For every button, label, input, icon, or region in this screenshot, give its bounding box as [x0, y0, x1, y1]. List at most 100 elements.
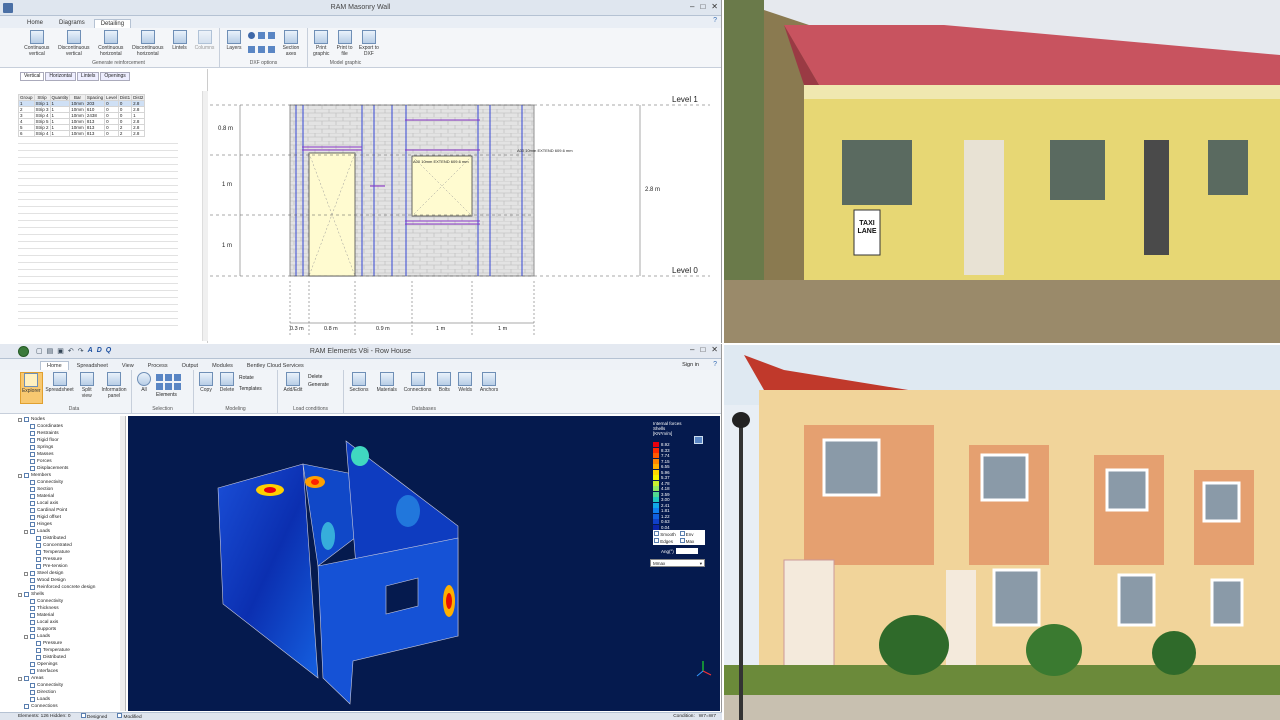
tree-checkbox[interactable]	[36, 536, 41, 541]
table-cell[interactable]: 2.8	[131, 130, 146, 137]
export-dxf-button[interactable]: Export to DXF	[358, 30, 380, 58]
table-header-cell[interactable]: Dist1	[117, 94, 133, 101]
tree-item[interactable]: Temperature	[18, 647, 125, 654]
redo-icon[interactable]: ↷	[78, 347, 84, 355]
tree-item[interactable]: Loads	[18, 528, 125, 535]
undo-icon[interactable]: ↶	[68, 347, 74, 355]
tree-checkbox[interactable]	[24, 704, 29, 709]
smooth-checkbox[interactable]: Smooth	[654, 531, 679, 537]
edges-checkbox[interactable]: Edges	[654, 538, 679, 544]
tree-item[interactable]: Displacements	[18, 465, 125, 472]
tree-item[interactable]: Loads	[18, 633, 125, 640]
result-select[interactable]: Mmax ▾	[650, 559, 705, 567]
wall-drawing-canvas[interactable]: 0.8 m 1 m 1 m 2.8 m Level 1 Level 0 A00 …	[210, 69, 721, 343]
tab-modules[interactable]: Modules	[206, 362, 239, 370]
tree-item[interactable]: Shells	[18, 591, 125, 598]
model-viewport[interactable]: Internal forces Shells [KN*m/m] 8.92 8.33…	[128, 416, 720, 711]
discontinuous-horizontal-button[interactable]: Discontinuous horizontal	[130, 30, 166, 58]
tree-item[interactable]: Local axis	[18, 500, 125, 507]
tree-checkbox[interactable]	[30, 431, 35, 436]
font-a-icon[interactable]: A	[88, 347, 93, 355]
tree-checkbox[interactable]	[30, 508, 35, 513]
condition-value[interactable]: W7=W7	[699, 714, 716, 719]
table-scrollbar[interactable]	[202, 91, 208, 341]
tree-checkbox[interactable]	[30, 459, 35, 464]
tree-checkbox[interactable]	[30, 494, 35, 499]
delete-load-button[interactable]: Delete	[308, 374, 329, 380]
generate-button[interactable]: Generate	[308, 382, 329, 388]
legend-settings-icon[interactable]	[694, 436, 703, 444]
tree-checkbox[interactable]	[30, 445, 35, 450]
discontinuous-vertical-button[interactable]: Discontinuous vertical	[56, 30, 92, 58]
tree-checkbox[interactable]	[30, 634, 35, 639]
max-checkbox[interactable]: Max	[679, 538, 705, 544]
close-icon[interactable]: ✕	[711, 345, 718, 354]
tree-checkbox[interactable]	[30, 669, 35, 674]
font-d-icon[interactable]: D	[97, 347, 102, 355]
sign-in-link[interactable]: Sign in	[682, 362, 699, 368]
tree-item[interactable]: Coordinates	[18, 423, 125, 430]
table-row[interactable]: 6 Strip 4 1 10mm 813 0 2 2.8	[18, 130, 146, 137]
tree-item[interactable]: Section	[18, 486, 125, 493]
table-cell[interactable]: 2	[117, 130, 133, 137]
tree-item[interactable]: Material	[18, 612, 125, 619]
tree-item[interactable]: Thickness	[18, 605, 125, 612]
tree-item[interactable]: Rigid floor	[18, 437, 125, 444]
tree-item[interactable]: Restraints	[18, 430, 125, 437]
tree-checkbox[interactable]	[36, 543, 41, 548]
dxf-tool-icon[interactable]	[258, 32, 265, 39]
tab-bentley-cloud[interactable]: Bentley Cloud Services	[241, 362, 310, 370]
maximize-icon[interactable]: □	[700, 345, 705, 354]
dxf-tool-icon[interactable]	[268, 46, 275, 53]
tree-checkbox[interactable]	[30, 627, 35, 632]
tree-item[interactable]: Temperature	[18, 549, 125, 556]
tree-checkbox[interactable]	[30, 515, 35, 520]
tab-process[interactable]: Process	[142, 362, 174, 370]
select-tool-icon[interactable]	[156, 374, 163, 381]
tree-checkbox[interactable]	[30, 487, 35, 492]
tree-checkbox[interactable]	[30, 578, 35, 583]
tree-item[interactable]: Reinforced concrete design	[18, 584, 125, 591]
angle-input[interactable]	[675, 548, 698, 554]
table-header-cell[interactable]: Dist2	[131, 94, 146, 101]
tree-checkbox[interactable]	[30, 585, 35, 590]
rotate-button[interactable]: Rotate	[239, 375, 262, 381]
table-header-cell[interactable]: Group	[18, 94, 35, 101]
spreadsheet-button[interactable]: Spreadsheet	[45, 372, 74, 404]
expander-icon[interactable]	[18, 417, 22, 422]
copy-button[interactable]: Copy	[197, 372, 215, 404]
expander-icon[interactable]	[24, 529, 28, 534]
minimize-icon[interactable]: –	[690, 345, 694, 354]
font-q-icon[interactable]: Q	[106, 347, 111, 355]
save-icon[interactable]: ▣	[57, 347, 64, 355]
tree-item[interactable]: Interfaces	[18, 668, 125, 675]
expander-icon[interactable]	[18, 473, 22, 478]
close-icon[interactable]: ✕	[711, 2, 718, 11]
subtab-openings[interactable]: Openings	[100, 72, 130, 81]
add-edit-button[interactable]: Add/Edit	[281, 372, 305, 404]
tree-checkbox[interactable]	[36, 655, 41, 660]
table-cell[interactable]: Strip 2	[33, 124, 51, 131]
welds-button[interactable]: Welds	[456, 372, 474, 404]
tree-checkbox[interactable]	[30, 424, 35, 429]
select-all-button[interactable]: All	[135, 372, 153, 404]
layers-button[interactable]: Layers	[223, 30, 245, 58]
tree-item[interactable]: Springs	[18, 444, 125, 451]
expander-icon[interactable]	[24, 634, 28, 639]
tree-checkbox[interactable]	[30, 571, 35, 576]
tree-item[interactable]: Local axis	[18, 619, 125, 626]
table-cell[interactable]: 813	[84, 130, 106, 137]
expander-icon[interactable]	[24, 571, 28, 576]
tree-item[interactable]: Wood Design	[18, 577, 125, 584]
select-tool-icon[interactable]	[165, 383, 172, 390]
table-cell[interactable]: Strip 5	[33, 118, 51, 125]
tree-item[interactable]: Supports	[18, 626, 125, 633]
templates-button[interactable]: Templates	[239, 386, 262, 392]
print-to-file-button[interactable]: Print to file	[334, 30, 354, 58]
tree-item[interactable]: Rigid offset	[18, 514, 125, 521]
expander-icon[interactable]	[18, 676, 22, 681]
tab-view[interactable]: View	[116, 362, 140, 370]
tree-checkbox[interactable]	[30, 438, 35, 443]
tree-item[interactable]: Pressure	[18, 640, 125, 647]
minimize-icon[interactable]: –	[690, 2, 694, 11]
